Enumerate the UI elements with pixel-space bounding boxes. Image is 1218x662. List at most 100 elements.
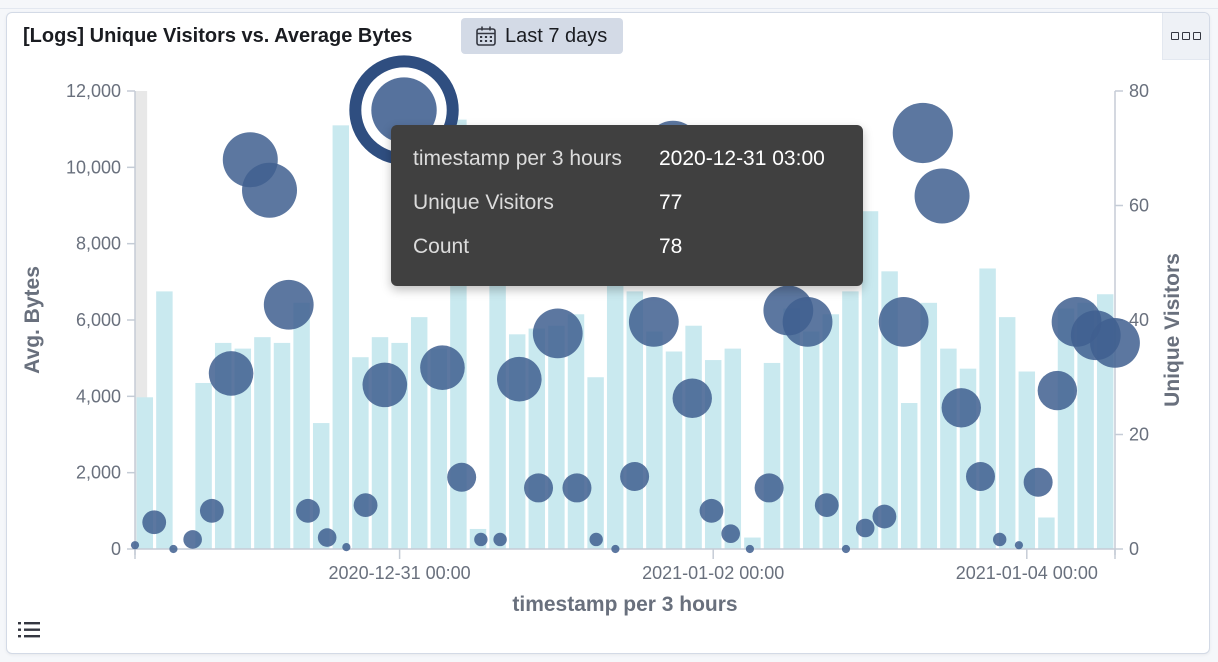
bubble-avg-bytes xyxy=(353,493,378,518)
bar-unique-visitors xyxy=(920,302,938,549)
bubble-avg-bytes xyxy=(493,532,507,547)
bar-unique-visitors xyxy=(802,331,820,549)
bubble-avg-bytes xyxy=(892,102,953,164)
bubble-avg-bytes xyxy=(420,345,465,391)
combo-chart: 02,0004,0006,0008,00010,00012,0000204060… xyxy=(21,55,1184,616)
bubble-avg-bytes xyxy=(142,510,167,535)
bar-unique-visitors xyxy=(548,325,565,549)
bar-unique-visitors xyxy=(940,348,957,549)
tooltip-value: 78 xyxy=(659,235,683,258)
bar-unique-visitors xyxy=(587,377,604,549)
bubble-avg-bytes xyxy=(497,356,542,402)
x-tick-label: 2021-01-02 00:00 xyxy=(642,563,784,583)
tooltip-value: 2020-12-31 03:00 xyxy=(659,147,825,170)
tooltip-key: timestamp per 3 hours xyxy=(413,147,622,170)
bar-unique-visitors xyxy=(254,337,271,549)
bar-unique-visitors xyxy=(861,211,879,549)
bubble-avg-bytes xyxy=(855,518,875,538)
tooltip-key: Count xyxy=(413,235,470,258)
bubble-avg-bytes xyxy=(474,532,488,547)
y-right-tick-label: 0 xyxy=(1129,539,1139,559)
bubble-avg-bytes xyxy=(1023,467,1053,497)
bar-unique-visitors xyxy=(724,348,742,549)
y-left-tick-label: 12,000 xyxy=(66,81,121,101)
bubble-avg-bytes xyxy=(754,473,784,503)
bar-unique-visitors xyxy=(273,342,291,549)
bubble-avg-bytes xyxy=(611,544,620,554)
bubble-avg-bytes xyxy=(362,362,408,408)
bubble-avg-bytes xyxy=(263,279,314,330)
x-tick-label: 2020-12-31 00:00 xyxy=(329,563,471,583)
bar-unique-visitors xyxy=(900,403,918,549)
bar-unique-visitors xyxy=(685,325,702,549)
tooltip-row: Unique Visitors 77 xyxy=(413,191,682,215)
chart-tooltip: timestamp per 3 hours 2020-12-31 03:00 U… xyxy=(391,125,863,286)
bubble-avg-bytes xyxy=(620,461,650,491)
bar-unique-visitors xyxy=(998,317,1016,549)
bar-unique-visitors xyxy=(842,291,859,549)
page-top-strip xyxy=(0,0,1218,9)
y-left-tick-label: 10,000 xyxy=(66,157,121,177)
y-left-axis-title: Avg. Bytes xyxy=(21,266,44,374)
bubble-avg-bytes xyxy=(782,297,833,347)
tooltip-row: timestamp per 3 hours 2020-12-31 03:00 xyxy=(413,147,825,171)
bar-unique-visitors xyxy=(979,268,996,549)
bar-unique-visitors xyxy=(1038,517,1055,549)
bubble-avg-bytes xyxy=(721,524,740,544)
bubble-avg-bytes xyxy=(872,504,897,529)
bubble-avg-bytes xyxy=(965,461,995,491)
bubble-avg-bytes xyxy=(130,541,140,550)
bubble-avg-bytes xyxy=(183,530,202,549)
legend-toggle-icon[interactable] xyxy=(17,619,41,641)
bubble-avg-bytes xyxy=(169,544,178,554)
bubble-avg-bytes xyxy=(745,544,755,554)
bubble-avg-bytes xyxy=(672,378,712,418)
bubble-avg-bytes xyxy=(1037,370,1078,411)
x-axis-title: timestamp per 3 hours xyxy=(512,593,737,616)
bar-unique-visitors xyxy=(1018,371,1036,549)
bubble-avg-bytes xyxy=(1014,541,1024,550)
bubble-avg-bytes xyxy=(914,168,970,224)
bubble-avg-bytes xyxy=(814,493,839,518)
y-right-axis-title: Unique Visitors xyxy=(1161,253,1184,407)
bubble-avg-bytes xyxy=(628,297,679,347)
bubble-avg-bytes xyxy=(199,498,224,523)
bubble-avg-bytes xyxy=(296,498,320,523)
y-right-tick-label: 80 xyxy=(1129,81,1149,101)
bubble-avg-bytes xyxy=(878,297,929,347)
tooltip-value: 77 xyxy=(659,191,683,214)
bar-unique-visitors xyxy=(763,362,781,549)
tooltip-key: Unique Visitors xyxy=(413,191,554,214)
bar-unique-visitors xyxy=(195,382,212,549)
y-left-tick-label: 6,000 xyxy=(76,310,121,330)
bar-unique-visitors xyxy=(332,125,350,549)
bar-unique-visitors xyxy=(665,351,683,549)
bubble-avg-bytes xyxy=(941,388,981,428)
bar-unique-visitors xyxy=(410,317,428,549)
x-tick-label: 2021-01-04 00:00 xyxy=(956,563,1098,583)
bubble-avg-bytes xyxy=(699,498,724,523)
y-left-tick-label: 2,000 xyxy=(76,463,121,483)
y-left-tick-label: 4,000 xyxy=(76,386,121,406)
y-right-tick-label: 60 xyxy=(1129,196,1149,216)
bubble-avg-bytes xyxy=(1090,318,1140,368)
bubble-avg-bytes xyxy=(993,532,1007,547)
y-left-tick-label: 8,000 xyxy=(76,234,121,254)
bubble-avg-bytes xyxy=(342,542,351,552)
tooltip-row: Count 78 xyxy=(413,235,682,259)
bar-unique-visitors xyxy=(646,331,663,549)
y-right-tick-label: 20 xyxy=(1129,425,1149,445)
bubble-avg-bytes xyxy=(208,351,254,396)
bubble-avg-bytes xyxy=(447,462,477,492)
bubble-avg-bytes xyxy=(589,532,603,547)
bubble-avg-bytes xyxy=(532,308,583,359)
bubble-avg-bytes xyxy=(841,544,851,554)
bubble-avg-bytes xyxy=(562,473,592,503)
bar-unique-visitors xyxy=(156,291,173,549)
bubble-avg-bytes xyxy=(242,162,298,218)
bar-unique-visitors xyxy=(489,262,506,549)
bubble-avg-bytes xyxy=(317,528,337,547)
visualization-panel: [Logs] Unique Visitors vs. Average Bytes… xyxy=(6,12,1210,654)
bubble-avg-bytes xyxy=(524,473,554,503)
y-left-tick-label: 0 xyxy=(111,539,121,559)
